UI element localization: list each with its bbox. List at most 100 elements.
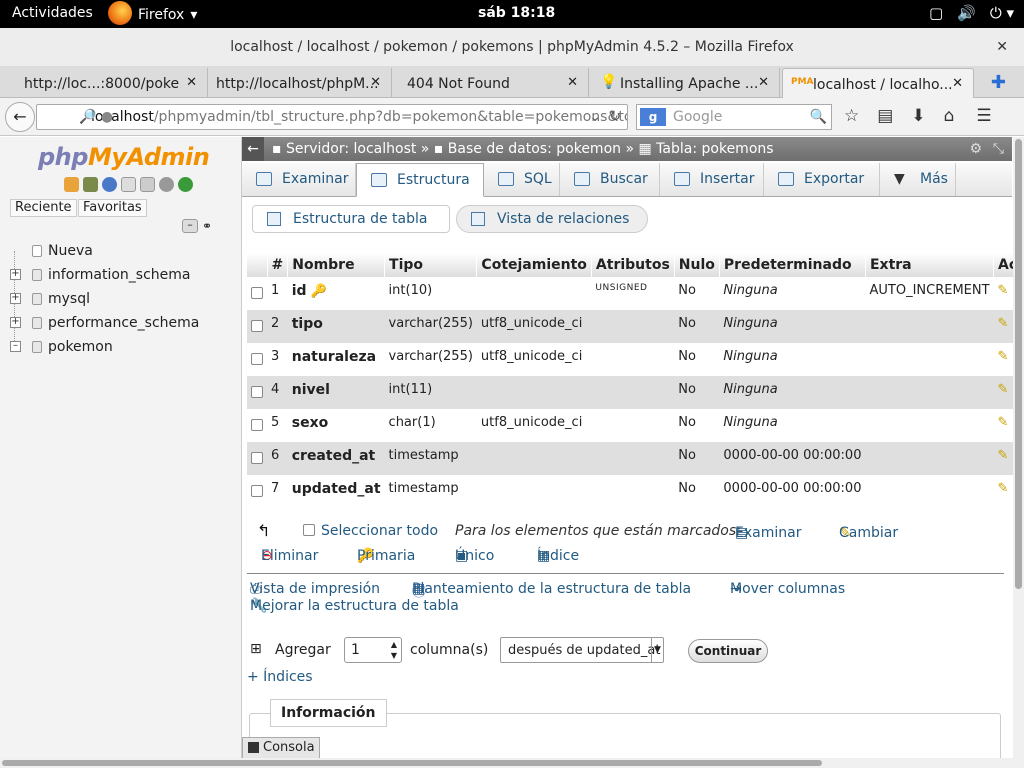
docs-icon[interactable] (121, 177, 136, 192)
activities-button[interactable]: Actividades (12, 5, 93, 21)
tree-item-performance-schema[interactable]: + performance_schema (8, 313, 238, 337)
position-select[interactable]: después de updated_at ▼ (500, 637, 664, 663)
scroll-thumb[interactable] (1015, 139, 1022, 589)
select-all-label[interactable]: Seleccionar todo (321, 523, 438, 539)
tab-export[interactable]: Exportar (764, 163, 880, 196)
cell-default: Ninguna (719, 376, 866, 409)
tab-5-active[interactable]: PMA localhost / localho... ✕ (782, 68, 974, 98)
tab-1[interactable]: http://loc...:8000/poke ✕ (10, 68, 208, 98)
tree-item-new[interactable]: Nueva (8, 241, 238, 265)
link-label: Planteamiento de la estructura de tabla (412, 581, 692, 597)
app-menu-label: Firefox (138, 7, 185, 23)
tab-sql[interactable]: SQL (484, 163, 560, 196)
row-checkbox[interactable] (251, 419, 263, 431)
collapse-icon[interactable]: – (10, 341, 21, 352)
url-dropdown-icon[interactable]: ⌄ (589, 105, 601, 129)
refresh-icon[interactable] (178, 177, 193, 192)
close-tab-icon[interactable]: ✕ (370, 75, 381, 90)
caret-down-icon: ▼ (894, 171, 905, 187)
subtab-table-structure[interactable]: Estructura de tabla (252, 205, 450, 233)
tree-item-pokemon[interactable]: – pokemon (8, 337, 238, 361)
app-menu[interactable]: Firefox ▾ (108, 1, 197, 25)
vertical-scrollbar[interactable] (1013, 137, 1024, 759)
window-icon: ▢ (928, 4, 944, 22)
clock[interactable]: sáb 18:18 (478, 5, 555, 21)
crumb-server[interactable]: Servidor: localhost (286, 141, 416, 157)
tab-search[interactable]: Buscar (560, 163, 660, 196)
close-tab-icon[interactable]: ✕ (758, 75, 769, 90)
crumb-table[interactable]: Tabla: pokemons (656, 141, 773, 157)
column-header[interactable]: Atributos (591, 253, 675, 277)
cell-type: timestamp (384, 442, 477, 475)
tab-browse[interactable]: Examinar (242, 163, 356, 196)
search-icon[interactable]: 🔍 (810, 105, 827, 129)
google-icon[interactable]: g (640, 108, 666, 126)
row-checkbox[interactable] (251, 485, 263, 497)
bookmark-star-icon[interactable]: ☆ (844, 106, 859, 126)
continue-button[interactable]: Continuar (688, 639, 768, 663)
close-tab-icon[interactable]: ✕ (186, 75, 197, 90)
collapse-all-icon[interactable]: – (182, 219, 198, 233)
copy-icon[interactable] (140, 177, 155, 192)
cell-num: 4 (267, 376, 288, 409)
tab-2[interactable]: http://localhost/phpM... ✕ (202, 68, 392, 98)
tab-more[interactable]: ▼ Más (880, 163, 956, 196)
row-checkbox[interactable] (251, 386, 263, 398)
console-toggle[interactable]: Consola (242, 737, 320, 759)
relations-icon (471, 212, 485, 226)
tab-3[interactable]: 404 Not Found ✕ (393, 68, 589, 98)
table-row: 5 sexo char(1) utf8_unicode_ci No Ningun… (247, 409, 1024, 442)
tab-structure[interactable]: Estructura (356, 163, 484, 197)
close-tab-icon[interactable]: ✕ (567, 75, 578, 90)
row-checkbox[interactable] (251, 353, 263, 365)
close-panel-icon[interactable]: ⤡ (993, 137, 1004, 161)
tab-4[interactable]: 💡 Installing Apache ... ✕ (590, 68, 780, 98)
column-header[interactable]: Predeterminado (719, 253, 866, 277)
column-header[interactable]: # (267, 253, 289, 277)
expand-icon[interactable]: + (10, 317, 21, 328)
expand-icon[interactable]: + (10, 269, 21, 280)
row-checkbox[interactable] (251, 452, 263, 464)
tree-item-mysql[interactable]: + mysql (8, 289, 238, 313)
phpmyadmin-logo[interactable]: phpMyAdmin (38, 143, 210, 171)
system-tray[interactable]: ▢ 🔊 ⏻ ▾ (929, 4, 1014, 22)
home-icon[interactable]: ⌂ (944, 106, 955, 126)
home-icon[interactable] (64, 177, 79, 192)
close-tab-icon[interactable]: ✕ (952, 76, 963, 91)
expand-icon[interactable]: + (10, 293, 21, 304)
favorites-button[interactable]: Favoritas (78, 199, 147, 217)
row-checkbox[interactable] (251, 320, 263, 332)
column-header[interactable]: Cotejamiento (476, 253, 592, 277)
menu-icon[interactable]: ☰ (976, 106, 991, 126)
search-input[interactable]: g Google 🔍 (636, 104, 832, 130)
url-bar[interactable]: 🔎 ● localhost/phpmyadmin/tbl_structure.p… (36, 104, 628, 130)
download-icon[interactable]: ⬇ (911, 106, 925, 126)
tree-item-information-schema[interactable]: + information_schema (8, 265, 238, 289)
reload-icon[interactable]: ↻ (609, 105, 621, 129)
back-button[interactable]: ← (5, 102, 35, 132)
new-tab-icon[interactable]: ✚ (991, 72, 1006, 93)
scroll-thumb[interactable] (2, 760, 822, 766)
column-header[interactable]: Extra (865, 253, 995, 277)
close-window-button[interactable]: ✕ (996, 28, 1008, 66)
export-icon (778, 172, 794, 186)
reading-list-icon[interactable]: ▤ (877, 106, 893, 126)
crumb-database[interactable]: Base de datos: pokemon (448, 141, 621, 157)
recent-button[interactable]: Reciente (10, 199, 77, 217)
subtab-relations[interactable]: Vista de relaciones (456, 205, 648, 233)
indices-toggle[interactable]: + Índices (247, 669, 313, 685)
column-header[interactable]: Tipo (384, 253, 478, 277)
column-header[interactable]: Nombre (287, 253, 386, 277)
stepper-icon[interactable]: ▲ ▼ (391, 639, 397, 661)
settings-gear-icon[interactable] (159, 177, 174, 192)
arrow-left-icon[interactable]: ← (242, 137, 264, 161)
tab-insert[interactable]: Insertar (660, 163, 764, 196)
logout-icon[interactable] (83, 177, 98, 192)
column-header[interactable]: Nulo (674, 253, 720, 277)
columns-count-input[interactable]: 1 ▲ ▼ (344, 637, 402, 663)
horizontal-scrollbar[interactable] (0, 758, 1024, 768)
row-checkbox[interactable] (251, 287, 263, 299)
help-icon[interactable] (102, 177, 117, 192)
settings-gear-icon[interactable]: ⚙ (969, 137, 982, 161)
link-icon[interactable]: ⚭ (202, 219, 212, 233)
